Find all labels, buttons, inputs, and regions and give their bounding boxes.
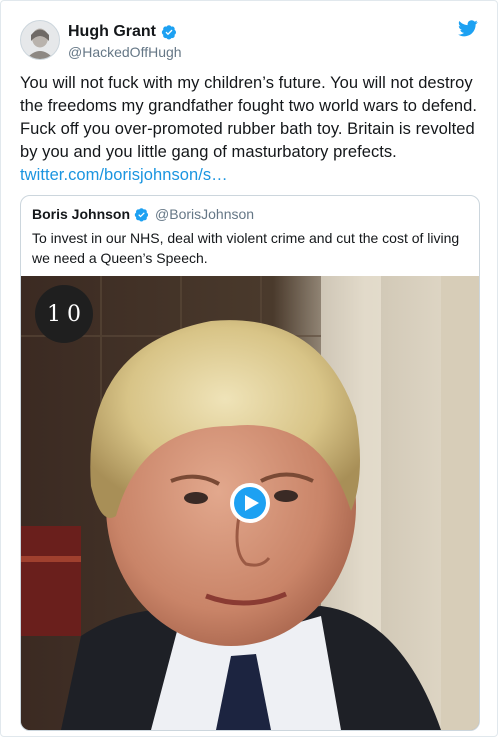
tweet-text-line: You will not fuck with my children’s fut… [20, 74, 473, 92]
author-names: Hugh Grant @HackedOffHugh [68, 22, 182, 61]
quoted-author-handle[interactable]: @BorisJohnson [155, 206, 254, 222]
tweet-card[interactable]: Hugh Grant @HackedOffHugh You will not f… [0, 0, 498, 737]
tweet-text-line: the freedoms my grandfather fought two w… [20, 97, 477, 115]
tweet-text-line: by you and you little gang of masturbato… [20, 143, 397, 161]
quoted-text-line: To invest in our NHS, deal with violent … [32, 230, 460, 246]
avatar-photo-icon [21, 21, 59, 59]
quoted-text-line: we need a Queen’s Speech. [32, 250, 208, 266]
quoted-tweet[interactable]: Boris Johnson @BorisJohnson To invest in… [20, 195, 480, 731]
number-10-badge: 10 [35, 285, 93, 343]
tweet-text: You will not fuck with my children’s fut… [20, 72, 485, 187]
play-button[interactable] [230, 483, 270, 523]
quoted-tweet-text: To invest in our NHS, deal with violent … [32, 228, 472, 268]
verified-badge-icon [161, 24, 177, 40]
verified-badge-icon [134, 207, 149, 222]
tweet-text-line: Fuck off you over-promoted rubber bath t… [20, 120, 475, 138]
tweet-link[interactable]: twitter.com/borisjohnson/s… [20, 164, 485, 187]
quoted-author-display-name[interactable]: Boris Johnson [32, 206, 130, 222]
video-player[interactable]: 10 [21, 276, 479, 730]
play-icon [245, 495, 259, 511]
author-display-name[interactable]: Hugh Grant [68, 22, 156, 42]
twitter-bird-icon[interactable] [458, 20, 478, 42]
author-avatar[interactable] [20, 20, 60, 60]
author-handle[interactable]: @HackedOffHugh [68, 43, 182, 61]
quoted-tweet-header: Boris Johnson @BorisJohnson [32, 206, 254, 222]
tweet-header: Hugh Grant @HackedOffHugh [20, 18, 478, 62]
